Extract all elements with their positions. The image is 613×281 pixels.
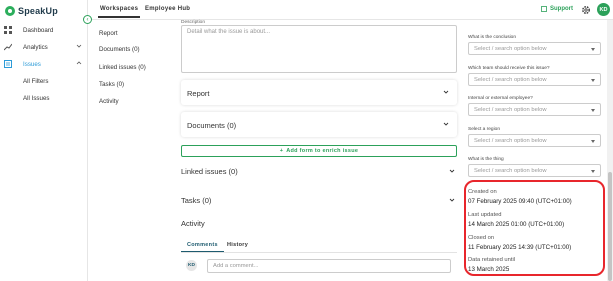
brand-name: SpeakUp bbox=[18, 6, 58, 16]
speakup-logo-icon bbox=[5, 6, 15, 16]
anchor-report[interactable]: Report bbox=[99, 30, 118, 37]
add-form-label: Add form to enrich issue bbox=[286, 148, 359, 154]
select-placeholder: Select / search option below bbox=[474, 138, 547, 144]
created-on-label: Created on bbox=[468, 189, 497, 195]
data-retained-value: 13 March 2025 bbox=[468, 266, 510, 273]
issue-main-content: Description Detail what the issue is abo… bbox=[172, 20, 462, 281]
report-title: Report bbox=[187, 89, 210, 98]
comment-input[interactable]: Add a comment... bbox=[207, 259, 451, 273]
anchor-linked-issues[interactable]: Linked issues (0) bbox=[99, 64, 146, 71]
dashboard-icon bbox=[4, 26, 12, 34]
select-placeholder: Select / search option below bbox=[474, 77, 547, 83]
collapse-sidebar-button[interactable]: ‹ bbox=[83, 15, 92, 24]
anchor-activity[interactable]: Activity bbox=[99, 98, 119, 105]
chevron-down-icon[interactable] bbox=[443, 121, 449, 127]
chevron-down-icon[interactable] bbox=[443, 89, 449, 95]
data-retained-label: Data retained until bbox=[468, 257, 516, 263]
issues-icon bbox=[4, 60, 12, 68]
dropdown-arrow-icon bbox=[591, 170, 595, 173]
section-anchor-list: Report Documents (0) Linked issues (0) T… bbox=[88, 20, 172, 281]
scrollbar-thumb[interactable] bbox=[608, 172, 612, 281]
tasks-heading[interactable]: Tasks (0) bbox=[181, 196, 211, 205]
closed-on-label: Closed on bbox=[468, 235, 495, 241]
last-updated-value: 14 March 2025 01:00 (UTC+01:00) bbox=[468, 221, 565, 228]
region-label: Select a region bbox=[468, 127, 500, 132]
support-icon bbox=[541, 6, 547, 12]
team-label: Which team should receive this issue? bbox=[468, 66, 550, 71]
description-textarea[interactable]: Detail what the issue is about... bbox=[181, 25, 457, 73]
tab-workspaces[interactable]: Workspaces bbox=[97, 6, 141, 18]
activity-heading: Activity bbox=[181, 219, 205, 228]
chart-icon bbox=[4, 43, 12, 51]
top-bar: Workspaces Employee Hub Support KD bbox=[88, 0, 613, 20]
scrollbar[interactable] bbox=[607, 20, 613, 281]
sidebar-item-issues[interactable]: Issues bbox=[0, 56, 88, 72]
sidebar-item-label: Analytics bbox=[23, 43, 48, 51]
left-sidebar: SpeakUp Dashboard Analytics Issues All F… bbox=[0, 0, 88, 281]
chevron-up-icon[interactable] bbox=[76, 60, 82, 66]
documents-title: Documents (0) bbox=[187, 121, 237, 130]
documents-card[interactable]: Documents (0) bbox=[181, 112, 457, 137]
thing-label: What is the thing bbox=[468, 157, 504, 162]
sidebar-item-label: Issues bbox=[23, 60, 41, 68]
speakup-logo[interactable]: SpeakUp bbox=[5, 4, 58, 18]
created-on-value: 07 February 2025 09:40 (UTC+01:00) bbox=[468, 198, 572, 205]
add-form-button[interactable]: + Add form to enrich issue bbox=[181, 145, 457, 157]
select-placeholder: Select / search option below bbox=[474, 46, 547, 52]
dropdown-arrow-icon bbox=[591, 140, 595, 143]
chevron-down-icon[interactable] bbox=[449, 197, 455, 203]
dropdown-arrow-icon bbox=[591, 79, 595, 82]
plus-icon: + bbox=[279, 148, 284, 154]
region-select[interactable]: Select / search option below bbox=[468, 134, 601, 147]
thing-select[interactable]: Select / search option below bbox=[468, 164, 601, 177]
sidebar-item-label: Dashboard bbox=[23, 26, 54, 34]
anchor-tasks[interactable]: Tasks (0) bbox=[99, 81, 124, 88]
gear-icon[interactable] bbox=[581, 5, 591, 15]
anchor-documents[interactable]: Documents (0) bbox=[99, 46, 140, 53]
select-placeholder: Select / search option below bbox=[474, 168, 547, 174]
chevron-left-icon: ‹ bbox=[86, 16, 89, 23]
sidebar-subitem-all-issues[interactable]: All Issues bbox=[23, 95, 49, 102]
tab-employee-hub[interactable]: Employee Hub bbox=[145, 6, 190, 12]
sidebar-item-analytics[interactable]: Analytics bbox=[0, 39, 88, 55]
support-label: Support bbox=[550, 6, 573, 12]
sidebar-subitem-all-filters[interactable]: All Filters bbox=[23, 78, 48, 85]
employee-type-label: Internal or external employee? bbox=[468, 96, 533, 101]
dropdown-arrow-icon bbox=[591, 109, 595, 112]
chevron-down-icon[interactable] bbox=[76, 43, 82, 49]
chevron-down-icon[interactable] bbox=[449, 168, 455, 174]
select-placeholder: Select / search option below bbox=[474, 107, 547, 113]
user-avatar[interactable]: KD bbox=[597, 3, 610, 16]
conclusion-select[interactable]: Select / search option below bbox=[468, 42, 601, 55]
closed-on-value: 11 February 2025 14:39 (UTC+01:00) bbox=[468, 244, 572, 251]
tabs-divider bbox=[181, 252, 457, 253]
support-link[interactable]: Support bbox=[541, 6, 573, 12]
tab-comments[interactable]: Comments bbox=[181, 242, 224, 253]
report-card[interactable]: Report bbox=[181, 80, 457, 105]
last-updated-label: Last updated bbox=[468, 212, 502, 218]
employee-type-select[interactable]: Select / search option below bbox=[468, 103, 601, 116]
team-select[interactable]: Select / search option below bbox=[468, 73, 601, 86]
dropdown-arrow-icon bbox=[591, 48, 595, 51]
tab-history[interactable]: History bbox=[227, 242, 248, 248]
commenter-avatar: KD bbox=[186, 260, 197, 271]
sidebar-item-dashboard[interactable]: Dashboard bbox=[0, 22, 88, 38]
linked-issues-heading[interactable]: Linked issues (0) bbox=[181, 167, 238, 176]
conclusion-label: What is the conclusion bbox=[468, 35, 516, 40]
